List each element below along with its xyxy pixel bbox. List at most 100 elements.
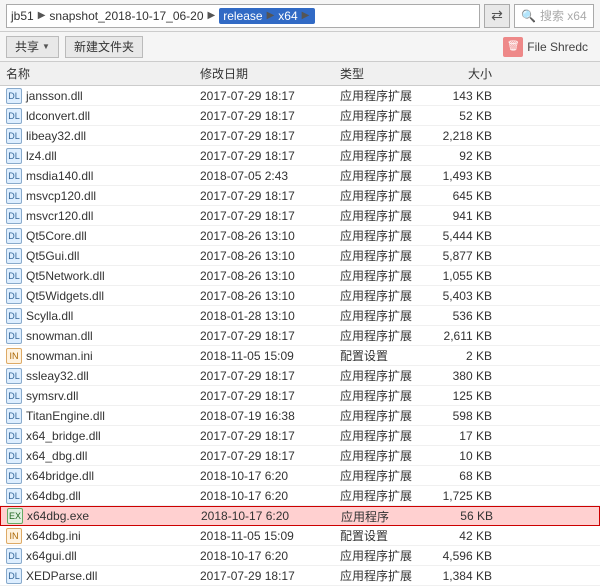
cell-type: 应用程序扩展 — [340, 387, 430, 404]
file-icon: DL — [6, 568, 22, 584]
table-row[interactable]: DL snowman.dll 2017-07-29 18:17 应用程序扩展 2… — [0, 326, 600, 346]
cell-size: 125 KB — [430, 389, 500, 403]
table-row[interactable]: IN x64dbg.ini 2018-11-05 15:09 配置设置 42 K… — [0, 526, 600, 546]
cell-size: 2,218 KB — [430, 129, 500, 143]
refresh-button[interactable]: ⇄ — [484, 4, 510, 28]
table-row[interactable]: DL XEDParse.dll 2017-07-29 18:17 应用程序扩展 … — [0, 566, 600, 586]
table-row[interactable]: DL ldconvert.dll 2017-07-29 18:17 应用程序扩展… — [0, 106, 600, 126]
file-icon: DL — [6, 548, 22, 564]
file-name: ssleay32.dll — [26, 369, 89, 383]
cell-name: DL TitanEngine.dll — [0, 408, 200, 424]
file-icon: DL — [6, 428, 22, 444]
cell-date: 2018-10-17 6:20 — [200, 489, 340, 503]
file-icon: DL — [6, 228, 22, 244]
cell-type: 应用程序扩展 — [340, 287, 430, 304]
table-row[interactable]: DL lz4.dll 2017-07-29 18:17 应用程序扩展 92 KB — [0, 146, 600, 166]
cell-size: 5,877 KB — [430, 249, 500, 263]
table-row[interactable]: DL symsrv.dll 2017-07-29 18:17 应用程序扩展 12… — [0, 386, 600, 406]
col-header-date[interactable]: 修改日期 — [200, 65, 340, 82]
table-row[interactable]: DL x64dbg.dll 2018-10-17 6:20 应用程序扩展 1,7… — [0, 486, 600, 506]
col-header-type[interactable]: 类型 — [340, 65, 430, 82]
cell-type: 应用程序扩展 — [340, 407, 430, 424]
cell-date: 2017-07-29 18:17 — [200, 389, 340, 403]
cell-name: DL snowman.dll — [0, 328, 200, 344]
table-row[interactable]: DL TitanEngine.dll 2018-07-19 16:38 应用程序… — [0, 406, 600, 426]
new-folder-button[interactable]: 新建文件夹 — [65, 36, 143, 58]
cell-name: DL Qt5Gui.dll — [0, 248, 200, 264]
address-path[interactable]: jb51 ▶ snapshot_2018-10-17_06-20 ▶ relea… — [6, 4, 480, 28]
search-box[interactable]: 🔍 搜索 x64 — [514, 4, 594, 28]
file-list-container: 名称 修改日期 类型 大小 DL jansson.dll 2017-07-29 … — [0, 62, 600, 587]
cell-name: DL msvcp120.dll — [0, 188, 200, 204]
cell-date: 2018-11-05 15:09 — [200, 349, 340, 363]
shredder-label: File Shredc — [527, 40, 588, 54]
cell-name: IN x64dbg.ini — [0, 528, 200, 544]
cell-name: DL symsrv.dll — [0, 388, 200, 404]
table-row[interactable]: EX x64dbg.exe 2018-10-17 6:20 应用程序 56 KB — [0, 506, 600, 526]
table-row[interactable]: DL x64bridge.dll 2018-10-17 6:20 应用程序扩展 … — [0, 466, 600, 486]
cell-name: DL XEDParse.dll — [0, 568, 200, 584]
file-name: Qt5Core.dll — [26, 229, 87, 243]
file-icon: DL — [6, 148, 22, 164]
table-row[interactable]: IN snowman.ini 2018-11-05 15:09 配置设置 2 K… — [0, 346, 600, 366]
file-name: x64dbg.exe — [27, 509, 89, 523]
file-name: Qt5Widgets.dll — [26, 289, 104, 303]
file-icon: IN — [6, 528, 22, 544]
file-icon: DL — [6, 128, 22, 144]
file-name: x64bridge.dll — [26, 469, 94, 483]
cell-type: 应用程序扩展 — [340, 187, 430, 204]
col-header-name[interactable]: 名称 — [0, 65, 200, 82]
table-row[interactable]: DL jansson.dll 2017-07-29 18:17 应用程序扩展 1… — [0, 86, 600, 106]
cell-name: DL x64dbg.dll — [0, 488, 200, 504]
table-row[interactable]: DL x64_dbg.dll 2017-07-29 18:17 应用程序扩展 1… — [0, 446, 600, 466]
cell-type: 应用程序扩展 — [340, 267, 430, 284]
table-row[interactable]: DL Qt5Widgets.dll 2017-08-26 13:10 应用程序扩… — [0, 286, 600, 306]
cell-name: DL ssleay32.dll — [0, 368, 200, 384]
file-icon: DL — [6, 188, 22, 204]
table-row[interactable]: DL ssleay32.dll 2017-07-29 18:17 应用程序扩展 … — [0, 366, 600, 386]
table-row[interactable]: DL Qt5Core.dll 2017-08-26 13:10 应用程序扩展 5… — [0, 226, 600, 246]
cell-date: 2017-07-29 18:17 — [200, 329, 340, 343]
cell-date: 2017-07-29 18:17 — [200, 109, 340, 123]
file-shredder-button[interactable]: 🗑 File Shredc — [497, 35, 594, 59]
table-row[interactable]: DL msvcr120.dll 2017-07-29 18:17 应用程序扩展 … — [0, 206, 600, 226]
cell-name: DL Qt5Network.dll — [0, 268, 200, 284]
cell-date: 2017-08-26 13:10 — [200, 249, 340, 263]
cell-type: 应用程序扩展 — [340, 207, 430, 224]
file-name: x64dbg.dll — [26, 489, 81, 503]
table-row[interactable]: DL msdia140.dll 2018-07-05 2:43 应用程序扩展 1… — [0, 166, 600, 186]
col-header-size[interactable]: 大小 — [430, 65, 500, 82]
table-row[interactable]: DL msvcp120.dll 2017-07-29 18:17 应用程序扩展 … — [0, 186, 600, 206]
path-arrow-2: ▶ — [208, 10, 216, 21]
cell-type: 应用程序扩展 — [340, 87, 430, 104]
cell-type: 应用程序扩展 — [340, 447, 430, 464]
cell-date: 2018-10-17 6:20 — [201, 509, 341, 523]
cell-name: DL msdia140.dll — [0, 168, 200, 184]
table-row[interactable]: DL Qt5Network.dll 2017-08-26 13:10 应用程序扩… — [0, 266, 600, 286]
cell-size: 42 KB — [430, 529, 500, 543]
file-name: symsrv.dll — [26, 389, 78, 403]
table-row[interactable]: DL Qt5Gui.dll 2017-08-26 13:10 应用程序扩展 5,… — [0, 246, 600, 266]
cell-size: 1,384 KB — [430, 569, 500, 583]
table-row[interactable]: DL x64_bridge.dll 2017-07-29 18:17 应用程序扩… — [0, 426, 600, 446]
cell-type: 应用程序扩展 — [340, 487, 430, 504]
table-row[interactable]: DL Scylla.dll 2018-01-28 13:10 应用程序扩展 53… — [0, 306, 600, 326]
cell-name: DL libeay32.dll — [0, 128, 200, 144]
path-highlighted[interactable]: release ▶ x64 ▶ — [219, 8, 315, 24]
table-row[interactable]: DL x64gui.dll 2018-10-17 6:20 应用程序扩展 4,5… — [0, 546, 600, 566]
path-arrow-4: ▶ — [302, 10, 310, 21]
table-row[interactable]: DL libeay32.dll 2017-07-29 18:17 应用程序扩展 … — [0, 126, 600, 146]
cell-date: 2018-11-05 15:09 — [200, 529, 340, 543]
file-name: XEDParse.dll — [26, 569, 97, 583]
cell-type: 应用程序扩展 — [340, 367, 430, 384]
cell-size: 536 KB — [430, 309, 500, 323]
cell-type: 应用程序扩展 — [340, 147, 430, 164]
file-icon: EX — [7, 508, 23, 524]
cell-size: 10 KB — [430, 449, 500, 463]
cell-date: 2017-07-29 18:17 — [200, 89, 340, 103]
share-button[interactable]: 共享 ▼ — [6, 36, 59, 58]
cell-type: 应用程序扩展 — [340, 547, 430, 564]
cell-size: 598 KB — [430, 409, 500, 423]
cell-size: 4,596 KB — [430, 549, 500, 563]
cell-date: 2017-07-29 18:17 — [200, 569, 340, 583]
